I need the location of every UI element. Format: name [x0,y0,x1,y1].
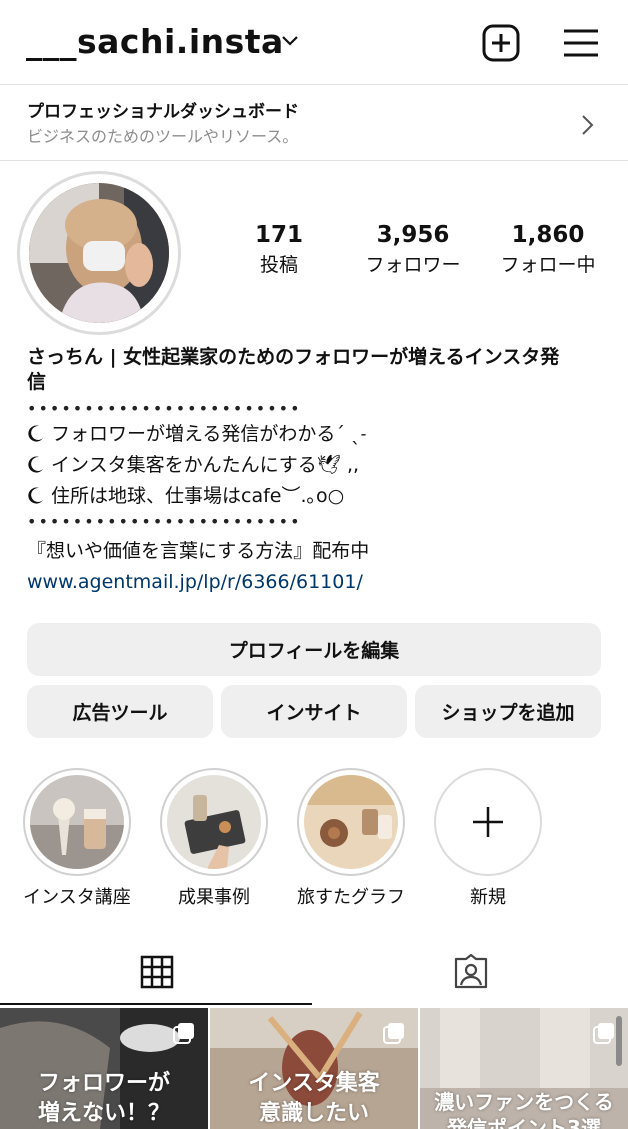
avatar-ring[interactable] [17,171,181,335]
bio-line: インスタ集客をかんたんにする🕊 ,, [27,450,607,481]
menu-icon[interactable] [563,28,599,58]
bio-line-text: 住所は地球、仕事場はcafe︶.｡o○ [51,485,345,507]
stat-posts-value: 171 [254,222,303,248]
stat-following-value: 1,860 [511,222,585,248]
bio: さっちん | 女性起業家のためのフォロワーが増えるインスタ発 信 •••••••… [27,345,607,598]
multiple-photos-icon [593,1023,614,1044]
edit-profile-button[interactable]: プロフィールを編集 [27,623,601,676]
moon-icon [28,425,43,442]
post-caption: フォロワーが [37,1071,170,1096]
highlight-label: インスタ講座 [23,887,131,908]
bio-line: フォロワーが増える発信がわかる´ ˎ˗ [27,419,607,450]
highlight-ring [160,768,268,876]
bio-link[interactable]: www.agentmail.jp/lp/r/6366/61101/ [27,567,607,598]
stat-followers[interactable]: 3,956 フォロワー [353,222,473,277]
avatar [29,183,169,323]
highlight-instagram-course[interactable]: インスタ講座 [23,768,131,909]
new-post-icon[interactable] [482,24,520,62]
post-tile[interactable]: インスタ集客 意識したい [210,1008,418,1129]
multiple-photos-icon [383,1023,404,1044]
highlight-travel[interactable]: 旅すたグラフ [297,768,405,909]
bio-name-cont: 信 [27,371,47,393]
post-caption: 増えない！？ [37,1101,170,1126]
moon-icon [28,456,43,473]
dashboard-subtitle: ビジネスのためのツールやリソース。 [27,127,299,146]
tab-grid[interactable] [0,938,314,1006]
stat-posts-label: 投稿 [259,254,298,276]
stat-posts[interactable]: 171 投稿 [219,222,339,277]
post-caption: インスタ集客 [248,1071,380,1096]
tab-tagged[interactable] [314,938,628,1006]
chevron-down-icon[interactable] [281,34,299,48]
highlight-image [304,775,398,869]
chevron-right-icon [582,115,594,135]
bio-line-text: フォロワーが増える発信がわかる´ ˎ˗ [51,423,367,445]
highlight-image [30,775,124,869]
professional-dashboard[interactable]: プロフェッショナルダッシュボード ビジネスのためのツールやリソース。 [0,84,628,161]
highlight-label: 新規 [470,887,506,908]
top-bar: ___sachi.insta [0,0,628,84]
bio-divider: •••••••••••••••••••••••• [27,399,302,418]
highlight-new[interactable]: 新規 [434,768,542,909]
bio-name: さっちん | 女性起業家のためのフォロワーが増えるインスタ発 [27,346,560,368]
highlight-ring [434,768,542,876]
bio-line: 住所は地球、仕事場はcafe︶.｡o○ [27,481,607,512]
post-tile[interactable]: フォロワーが 増えない！？ [0,1008,208,1129]
highlight-image [167,775,261,869]
active-tab-underline [0,1003,312,1005]
stat-following[interactable]: 1,860 フォロー中 [488,222,608,277]
highlight-label: 旅すたグラフ [297,887,405,908]
post-caption: 発信ポイント3選 [447,1116,601,1129]
bio-divider: •••••••••••••••••••••••• [27,512,302,531]
highlight-label: 成果事例 [178,887,250,908]
highlight-results[interactable]: 成果事例 [160,768,268,909]
ad-tools-button[interactable]: 広告ツール [27,685,213,738]
tagged-icon [454,953,488,989]
highlight-ring [297,768,405,876]
add-shop-button[interactable]: ショップを追加 [415,685,601,738]
post-caption: 意識したい [258,1101,369,1126]
dashboard-title: プロフェッショナルダッシュボード [27,102,299,122]
post-tile[interactable]: 濃いファンをつくる 発信ポイント3選 [420,1008,628,1129]
stat-following-label: フォロー中 [500,254,596,276]
stat-followers-label: フォロワー [365,254,461,276]
grid-icon [140,955,174,989]
multiple-photos-icon [173,1023,194,1044]
username[interactable]: ___sachi.insta [26,22,284,61]
bio-promo: 『想いや価値を言葉にする方法』配布中 [27,540,370,562]
post-caption: 濃いファンをつくる [434,1090,614,1114]
stat-followers-value: 3,956 [376,222,450,248]
plus-icon [473,807,503,837]
bio-line-text: インスタ集客をかんたんにする🕊 ,, [51,454,360,476]
insights-button[interactable]: インサイト [221,685,407,738]
moon-icon [28,487,43,504]
highlight-ring [23,768,131,876]
